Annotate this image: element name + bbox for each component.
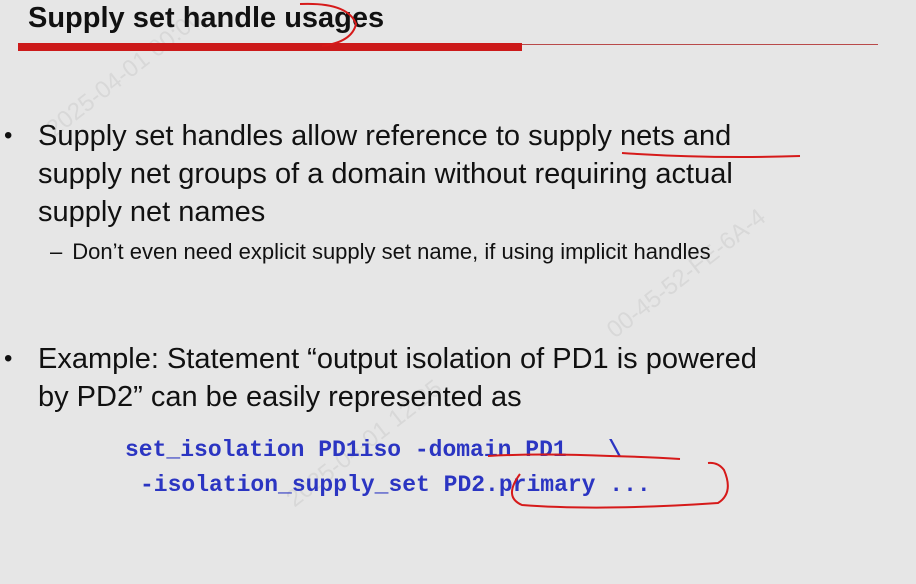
bullet-supply-set-handles: • Supply set handles allow reference to … — [4, 117, 908, 231]
sub-bullet-text: Don’t even need explicit supply set name… — [72, 239, 711, 264]
bullet-line: by PD2” can be easily represented as — [38, 381, 522, 413]
code-line-set-isolation: set_isolation PD1iso -domain PD1 \ — [125, 437, 622, 463]
bullet-line: supply net names — [38, 196, 266, 228]
slide-title: Supply set handle usages — [28, 2, 385, 34]
title-rule — [522, 44, 878, 45]
title-underline-bar — [18, 43, 522, 51]
bullet-line: Supply set handles allow reference to su… — [38, 120, 732, 152]
code-line-isolation-supply-set: -isolation_supply_set PD2.primary ... — [140, 472, 651, 498]
slide: 2025-04-01 00:00 00-45-52-FE-6A-4 2025-0… — [0, 0, 916, 584]
bullet-marker: • — [4, 122, 13, 149]
bullet-line: supply net groups of a domain without re… — [38, 158, 733, 190]
bullet-example: • Example: Statement “output isolation o… — [4, 340, 908, 416]
sub-bullet-marker: – — [50, 239, 63, 264]
bullet-marker: • — [4, 345, 13, 372]
sub-bullet-implicit-handles: – Don’t even need explicit supply set nam… — [50, 237, 711, 267]
bullet-line: Example: Statement “output isolation of … — [38, 343, 757, 375]
